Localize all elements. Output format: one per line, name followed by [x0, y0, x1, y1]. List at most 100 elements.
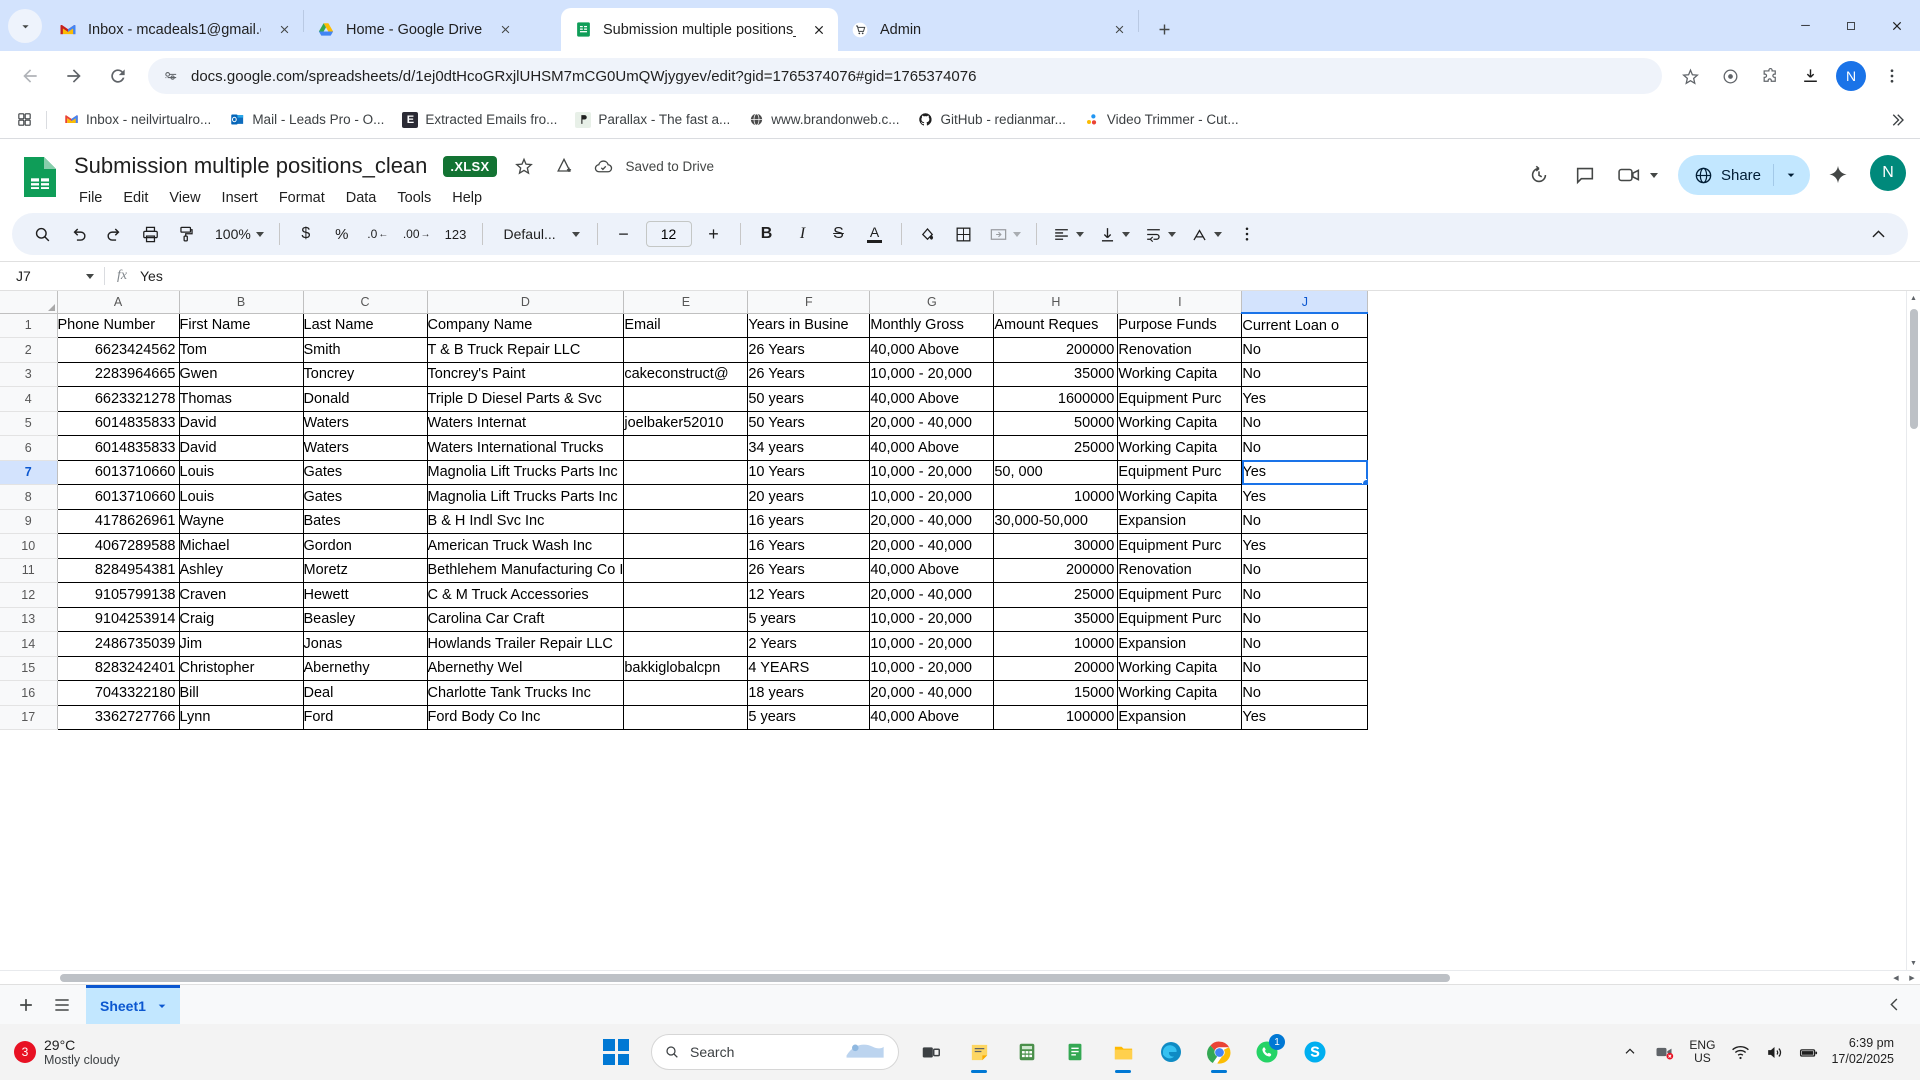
- row-header-9[interactable]: 9: [0, 509, 58, 534]
- cell-H2[interactable]: 200000: [993, 337, 1119, 363]
- cell-J9[interactable]: No: [1241, 509, 1369, 534]
- cell-J16[interactable]: No: [1241, 680, 1369, 706]
- cell-C15[interactable]: Abernethy: [303, 656, 428, 681]
- cell-F1[interactable]: Years in Busine: [747, 313, 871, 338]
- extensions-icon[interactable]: [1753, 59, 1787, 93]
- forward-button[interactable]: [57, 59, 91, 93]
- share-button[interactable]: Share: [1677, 155, 1810, 195]
- cell-D15[interactable]: Abernethy Wel: [427, 656, 625, 681]
- weather-widget[interactable]: 3 29°C Mostly cloudy: [0, 1037, 200, 1067]
- cell-B17[interactable]: Lynn: [179, 705, 304, 730]
- row-header-8[interactable]: 8: [0, 484, 58, 510]
- column-header-H[interactable]: H: [993, 291, 1119, 314]
- vertical-align-icon[interactable]: [1094, 219, 1134, 249]
- cell-G14[interactable]: 10,000 - 20,000: [869, 631, 995, 657]
- cell-E7[interactable]: [623, 460, 749, 485]
- cell-A16[interactable]: 7043322180: [57, 680, 180, 706]
- cell-H8[interactable]: 10000: [993, 484, 1119, 510]
- cell-J13[interactable]: No: [1241, 607, 1369, 632]
- row-header-11[interactable]: 11: [0, 558, 58, 583]
- bookmark-item-5[interactable]: GitHub - redianmar...: [910, 108, 1074, 132]
- cell-J7[interactable]: Yes: [1241, 460, 1369, 485]
- cell-A12[interactable]: 9105799138: [57, 582, 180, 608]
- row-header-2[interactable]: 2: [0, 337, 58, 363]
- cell-I15[interactable]: Working Capita: [1117, 656, 1243, 681]
- cell-A15[interactable]: 8283242401: [57, 656, 180, 681]
- cell-J3[interactable]: No: [1241, 362, 1369, 387]
- gemini-icon[interactable]: [1818, 155, 1858, 195]
- cell-C2[interactable]: Smith: [303, 337, 428, 363]
- row-header-10[interactable]: 10: [0, 533, 58, 559]
- cell-G5[interactable]: 20,000 - 40,000: [869, 411, 995, 436]
- cell-I10[interactable]: Equipment Purc: [1117, 533, 1243, 559]
- cell-F10[interactable]: 16 Years: [747, 533, 871, 559]
- cell-D9[interactable]: B & H Indl Svc Inc: [427, 509, 625, 534]
- cell-C3[interactable]: Toncrey: [303, 362, 428, 387]
- cell-D12[interactable]: C & M Truck Accessories: [427, 582, 625, 608]
- italic-button[interactable]: I: [788, 219, 818, 249]
- cell-J6[interactable]: No: [1241, 435, 1369, 461]
- row-header-12[interactable]: 12: [0, 582, 58, 608]
- cell-A4[interactable]: 6623321278: [57, 386, 180, 412]
- cell-D3[interactable]: Toncrey's Paint: [427, 362, 625, 387]
- sticky-notes-icon[interactable]: [955, 1028, 1003, 1076]
- cell-E13[interactable]: [623, 607, 749, 632]
- close-icon[interactable]: [1106, 17, 1132, 43]
- menu-view[interactable]: View: [160, 187, 209, 209]
- chevron-down-icon[interactable]: [1650, 172, 1659, 178]
- column-header-A[interactable]: A: [57, 291, 180, 314]
- cell-G13[interactable]: 10,000 - 20,000: [869, 607, 995, 632]
- print-icon[interactable]: [135, 219, 165, 249]
- cell-H17[interactable]: 100000: [993, 705, 1119, 730]
- column-header-C[interactable]: C: [303, 291, 428, 314]
- bold-button[interactable]: B: [752, 219, 782, 249]
- cell-I2[interactable]: Renovation: [1117, 337, 1243, 363]
- cell-B14[interactable]: Jim: [179, 631, 304, 657]
- scroll-left-icon[interactable]: ◀: [1888, 974, 1904, 982]
- taskbar-search[interactable]: Search: [651, 1034, 899, 1070]
- volume-icon[interactable]: [1757, 1032, 1791, 1072]
- cell-H13[interactable]: 35000: [993, 607, 1119, 632]
- cell-J14[interactable]: No: [1241, 631, 1369, 657]
- row-header-4[interactable]: 4: [0, 386, 58, 412]
- menu-help[interactable]: Help: [443, 187, 491, 209]
- cell-H11[interactable]: 200000: [993, 558, 1119, 583]
- cell-E17[interactable]: [623, 705, 749, 730]
- cell-D4[interactable]: Triple D Diesel Parts & Svc: [427, 386, 625, 412]
- cell-F7[interactable]: 10 Years: [747, 460, 871, 485]
- menu-data[interactable]: Data: [337, 187, 386, 209]
- formula-input[interactable]: Yes: [140, 268, 163, 284]
- chevron-down-icon[interactable]: [1121, 231, 1130, 237]
- cell-J12[interactable]: No: [1241, 582, 1369, 608]
- bookmark-item-2[interactable]: E Extracted Emails fro...: [394, 108, 565, 132]
- cell-H16[interactable]: 15000: [993, 680, 1119, 706]
- cell-A17[interactable]: 3362727766: [57, 705, 180, 730]
- redo-icon[interactable]: [99, 219, 129, 249]
- row-header-15[interactable]: 15: [0, 656, 58, 681]
- cell-G7[interactable]: 10,000 - 20,000: [869, 460, 995, 485]
- menu-insert[interactable]: Insert: [213, 187, 267, 209]
- star-icon[interactable]: [511, 153, 537, 179]
- maximize-button[interactable]: [1828, 0, 1874, 51]
- scroll-down-icon[interactable]: ▼: [1907, 956, 1920, 970]
- cell-C14[interactable]: Jonas: [303, 631, 428, 657]
- cell-F13[interactable]: 5 years: [747, 607, 871, 632]
- start-button-icon[interactable]: [603, 1039, 629, 1065]
- bookmark-star-icon[interactable]: [1673, 59, 1707, 93]
- cell-C9[interactable]: Bates: [303, 509, 428, 534]
- cell-A9[interactable]: 4178626961: [57, 509, 180, 534]
- row-header-16[interactable]: 16: [0, 680, 58, 706]
- collapse-toolbar-icon[interactable]: [1863, 219, 1893, 249]
- cell-G12[interactable]: 20,000 - 40,000: [869, 582, 995, 608]
- cell-C13[interactable]: Beasley: [303, 607, 428, 632]
- camera-off-icon[interactable]: [1647, 1032, 1681, 1072]
- cell-J1[interactable]: Current Loan o: [1241, 313, 1369, 338]
- cell-H5[interactable]: 50000: [993, 411, 1119, 436]
- column-header-E[interactable]: E: [623, 291, 749, 314]
- cell-B11[interactable]: Ashley: [179, 558, 304, 583]
- cell-A3[interactable]: 2283964665: [57, 362, 180, 387]
- cell-F12[interactable]: 12 Years: [747, 582, 871, 608]
- chevron-down-icon[interactable]: [1213, 231, 1222, 237]
- vertical-scroll-thumb[interactable]: [1909, 309, 1918, 429]
- cell-I12[interactable]: Equipment Purc: [1117, 582, 1243, 608]
